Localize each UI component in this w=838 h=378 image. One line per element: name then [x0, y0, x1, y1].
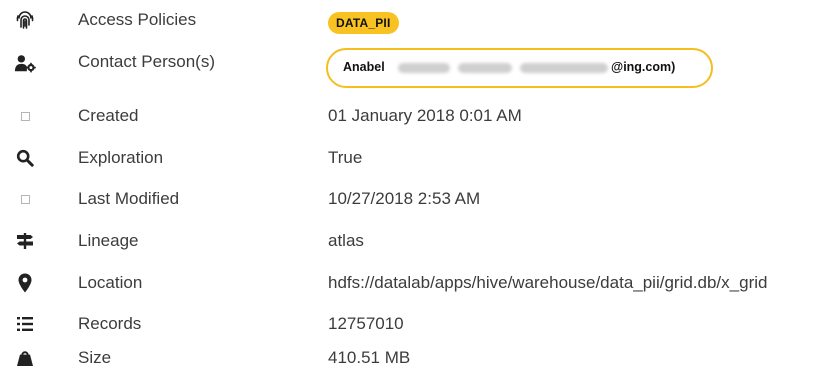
- property-label: Contact Person(s): [78, 52, 215, 71]
- map-marker-icon: [14, 272, 36, 294]
- signpost-icon: [14, 230, 36, 252]
- property-label: Created: [78, 106, 139, 125]
- property-row-exploration: Exploration True: [0, 141, 838, 175]
- last-modified-value: 10/27/2018 2:53 AM: [328, 189, 481, 208]
- property-row-location: Location hdfs://datalab/apps/hive/wareho…: [0, 266, 838, 300]
- exploration-value: True: [328, 148, 363, 167]
- missing-glyph-icon: [14, 105, 36, 127]
- user-gear-icon: [14, 52, 36, 74]
- property-row-created: Created 01 January 2018 0:01 AM: [0, 99, 838, 133]
- contact-first-name: Anabel: [343, 60, 385, 74]
- weight-icon: [14, 347, 36, 369]
- property-label: Access Policies: [78, 10, 197, 29]
- search-icon: [14, 147, 36, 169]
- property-row-size: Size 410.51 MB: [0, 341, 838, 375]
- property-label: Size: [78, 348, 112, 367]
- contact-person-chip[interactable]: Anabel @ing.com): [326, 48, 713, 88]
- created-value: 01 January 2018 0:01 AM: [328, 106, 522, 125]
- location-value: hdfs://datalab/apps/hive/warehouse/data_…: [328, 273, 768, 292]
- size-value: 410.51 MB: [328, 348, 411, 367]
- lineage-value[interactable]: atlas: [328, 231, 364, 251]
- redacted-email: [520, 63, 608, 73]
- property-row-records: Records 12757010: [0, 307, 838, 341]
- property-label: Lineage: [78, 231, 139, 250]
- property-label: Last Modified: [78, 189, 180, 208]
- list-icon: [14, 313, 36, 335]
- contact-email-domain: @ing.com): [611, 60, 676, 74]
- records-value: 12757010: [328, 314, 404, 333]
- missing-glyph-icon: [14, 188, 36, 210]
- property-row-contact-persons: Contact Person(s) Anabel @ing.com): [0, 44, 838, 92]
- property-label: Location: [78, 273, 143, 292]
- redacted-id: [458, 63, 512, 73]
- property-row-lineage: Lineage atlas: [0, 224, 838, 258]
- property-label: Exploration: [78, 148, 164, 167]
- property-row-last-modified: Last Modified 10/27/2018 2:53 AM: [0, 182, 838, 216]
- fingerprint-icon: [14, 9, 36, 31]
- property-label: Records: [78, 314, 142, 333]
- property-row-access-policies: Access Policies DATA_PII: [0, 3, 838, 37]
- redacted-name: [398, 63, 450, 73]
- access-policy-badge[interactable]: DATA_PII: [328, 12, 399, 34]
